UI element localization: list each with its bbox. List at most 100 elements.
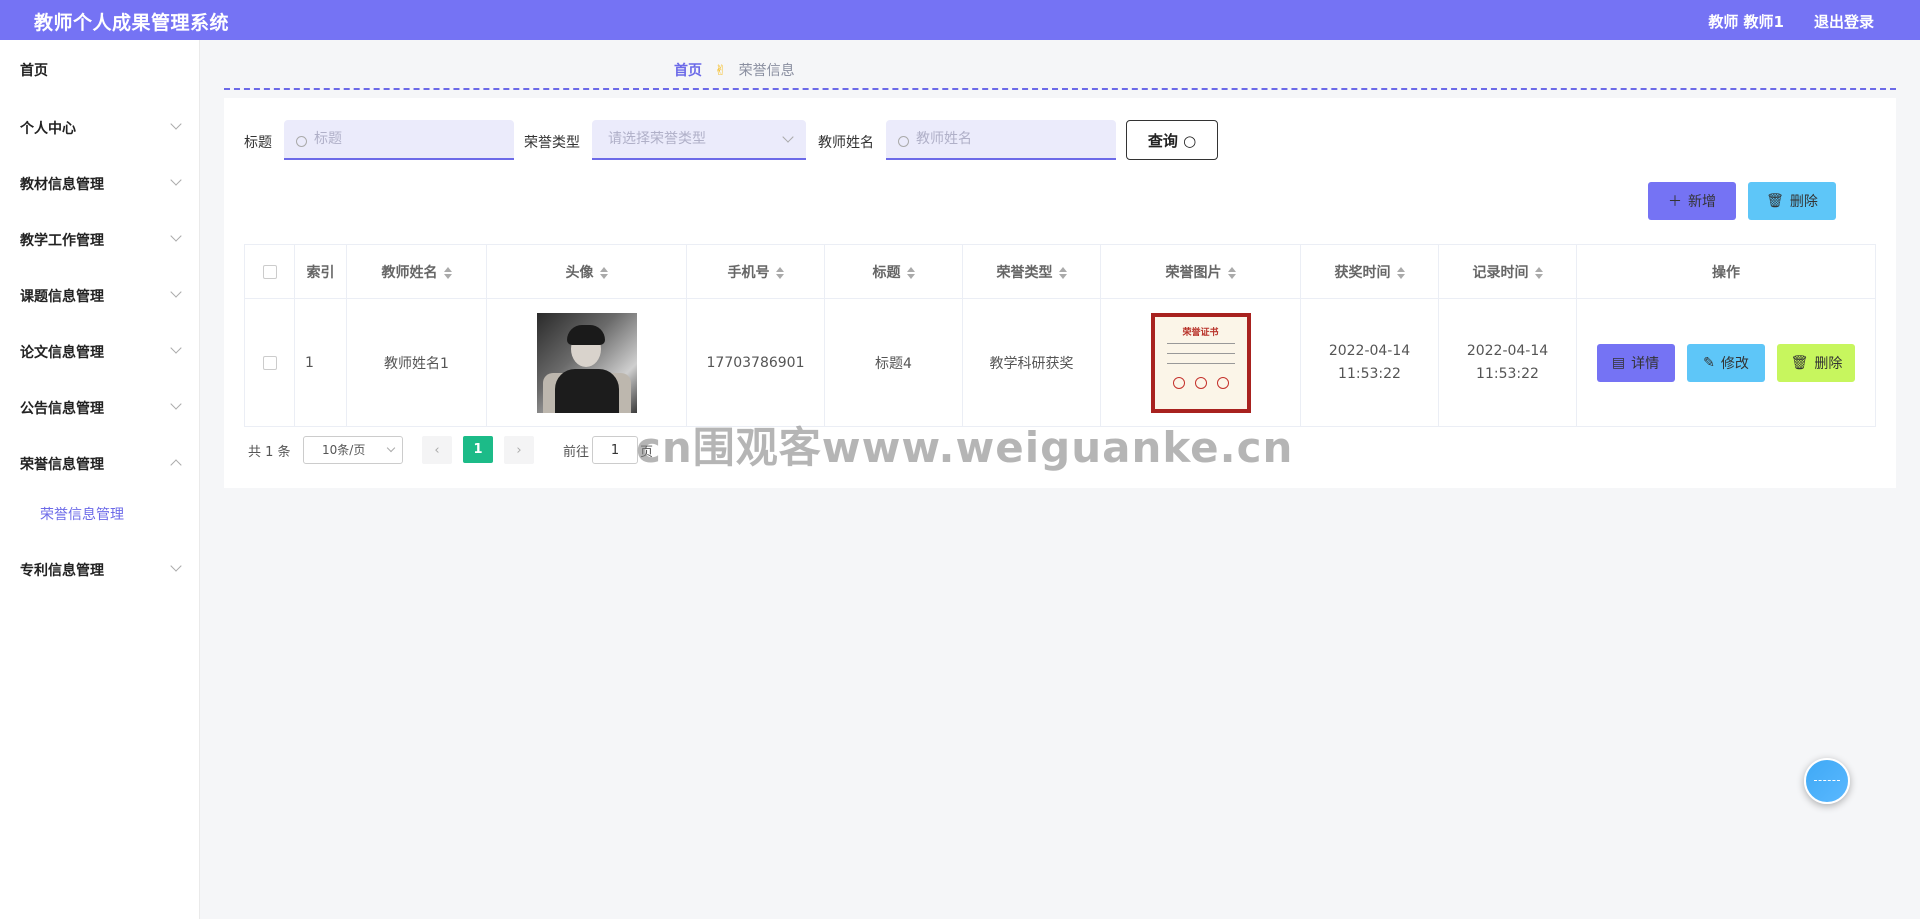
header-label: 获奖时间 — [1334, 264, 1391, 281]
header-label: 教师姓名 — [381, 264, 438, 281]
header-honor-type[interactable]: 荣誉类型 — [962, 244, 1101, 299]
sort-icon[interactable] — [1534, 266, 1543, 279]
seal-icon — [1194, 376, 1207, 389]
table-header-row: 索引 教师姓名 头像 手机号 标题 荣誉类型 荣誉图片 获奖时间 记录时间 操作 — [244, 244, 1876, 299]
sort-icon[interactable] — [599, 266, 608, 279]
title-search-input[interactable] — [284, 120, 514, 160]
edit-button[interactable]: ✎ 修改 — [1687, 343, 1765, 382]
sidebar-item-label: 课题信息管理 — [20, 289, 104, 305]
header-phone[interactable]: 手机号 — [686, 244, 825, 299]
page-number-current[interactable]: 1 — [463, 436, 493, 463]
query-button[interactable]: 查询 ○ — [1126, 120, 1218, 160]
sidebar-item-home[interactable]: 首页 — [20, 60, 180, 80]
bulk-delete-button[interactable]: 🗑 删除 — [1748, 182, 1836, 220]
breadcrumb: 首页 ✌ 荣誉信息 — [674, 60, 795, 80]
sidebar-item-announcements[interactable]: 公告信息管理 — [20, 398, 182, 418]
sidebar-item-papers[interactable]: 论文信息管理 — [20, 342, 182, 362]
header-label: 记录时间 — [1472, 264, 1529, 281]
header-teacher[interactable]: 教师姓名 — [346, 244, 487, 299]
row-teacher-name: 教师姓名1 — [346, 298, 487, 427]
breadcrumb-home[interactable]: 首页 — [674, 63, 702, 79]
header-index: 索引 — [294, 244, 347, 299]
row-phone: 17703786901 — [686, 298, 825, 427]
table-row: 1 教师姓名1 17703786901 标题4 教学科研获奖 荣誉证书 2022… — [244, 298, 1876, 427]
sidebar-item-textbooks[interactable]: 教材信息管理 — [20, 174, 182, 194]
teacher-filter-label: 教师姓名 — [818, 135, 874, 151]
header-label: 荣誉类型 — [996, 264, 1053, 281]
sidebar-item-personal-center[interactable]: 个人中心 — [20, 118, 182, 138]
header-label: 标题 — [872, 264, 901, 281]
sidebar-item-patents[interactable]: 专利信息管理 — [20, 560, 182, 580]
header-label: 索引 — [306, 264, 335, 281]
search-icon — [296, 136, 307, 147]
sidebar-item-label: 首页 — [20, 63, 48, 79]
sort-icon[interactable] — [906, 266, 915, 279]
current-user[interactable]: 教师 教师1 — [1708, 11, 1784, 32]
chevron-down-icon — [170, 118, 182, 130]
logout-button[interactable]: 退出登录 — [1814, 11, 1874, 32]
sort-icon[interactable] — [443, 266, 452, 279]
detail-button[interactable]: ▤ 详情 — [1596, 343, 1675, 382]
chevron-down-icon — [386, 443, 396, 453]
watermark: cn围观客www.weiguanke.cn — [636, 423, 1294, 472]
header-honor-image[interactable]: 荣誉图片 — [1100, 244, 1301, 299]
header-label: 荣誉图片 — [1165, 264, 1222, 281]
row-delete-button[interactable]: 🗑 删除 — [1777, 343, 1856, 382]
chevron-left-icon: ‹ — [434, 442, 440, 458]
sidebar-item-projects[interactable]: 课题信息管理 — [20, 286, 182, 306]
chevron-down-icon — [170, 230, 182, 242]
search-icon: ○ — [1183, 131, 1197, 150]
page-size-select[interactable]: 10条/页 — [303, 436, 403, 464]
detail-label: 详情 — [1631, 355, 1660, 372]
sidebar-item-label: 专利信息管理 — [20, 563, 104, 579]
sort-icon[interactable] — [1396, 266, 1405, 279]
chevron-down-icon — [782, 131, 794, 143]
row-checkbox[interactable] — [262, 355, 277, 370]
header-operations: 操作 — [1576, 244, 1876, 299]
trash-icon: 🗑 — [1766, 193, 1784, 209]
sort-icon[interactable] — [1058, 266, 1067, 279]
sort-icon[interactable] — [1227, 266, 1236, 279]
prev-page-button[interactable]: ‹ — [422, 436, 452, 464]
header-award-time[interactable]: 获奖时间 — [1300, 244, 1439, 299]
sidebar-item-label: 公告信息管理 — [20, 401, 104, 417]
header-label: 操作 — [1712, 264, 1740, 281]
app-title: 教师个人成果管理系统 — [34, 12, 230, 34]
header-title[interactable]: 标题 — [824, 244, 963, 299]
row-title: 标题4 — [824, 298, 963, 427]
goto-page-input[interactable] — [592, 436, 638, 464]
floating-action-button[interactable] — [1804, 758, 1850, 804]
honor-table: 索引 教师姓名 头像 手机号 标题 荣誉类型 荣誉图片 获奖时间 记录时间 操作… — [244, 244, 1876, 427]
select-all-checkbox[interactable] — [262, 264, 277, 279]
teacher-name-input[interactable] — [886, 120, 1116, 160]
avatar-image[interactable] — [536, 312, 637, 413]
row-operations: ▤ 详情 ✎ 修改 🗑 删除 — [1576, 298, 1876, 427]
honor-certificate-image[interactable]: 荣誉证书 — [1150, 312, 1251, 413]
hand-icon: ✌ — [714, 63, 727, 79]
edit-label: 修改 — [1720, 355, 1749, 372]
trash-icon: 🗑 — [1790, 354, 1809, 371]
sidebar-item-label: 教材信息管理 — [20, 177, 104, 193]
add-button[interactable]: ＋ 新增 — [1648, 182, 1736, 220]
chevron-down-icon — [170, 342, 182, 354]
header-record-time[interactable]: 记录时间 — [1438, 244, 1577, 299]
row-honor-type: 教学科研获奖 — [962, 298, 1101, 427]
row-record-time: 2022-04-14 11:53:22 — [1438, 298, 1577, 427]
sidebar-item-teaching-work[interactable]: 教学工作管理 — [20, 230, 182, 250]
next-page-button[interactable]: › — [504, 436, 534, 464]
honor-type-select[interactable]: 请选择荣誉类型 — [592, 120, 806, 160]
row-honor-image-cell: 荣誉证书 — [1100, 298, 1301, 427]
goto-label: 前往 — [563, 445, 590, 460]
delete-label: 删除 — [1789, 194, 1818, 210]
seal-icon — [1172, 376, 1185, 389]
sort-icon[interactable] — [775, 266, 784, 279]
header-label: 手机号 — [727, 264, 770, 281]
chevron-up-icon — [170, 459, 182, 471]
sidebar-subitem-honor-management[interactable]: 荣誉信息管理 — [40, 504, 124, 524]
header-avatar[interactable]: 头像 — [486, 244, 687, 299]
row-avatar-cell — [486, 298, 687, 427]
page-size-label: 10条/页 — [322, 443, 366, 457]
document-icon: ▤ — [1611, 354, 1626, 371]
header-label: 头像 — [565, 264, 594, 281]
sidebar-item-honors[interactable]: 荣誉信息管理 — [20, 454, 182, 474]
